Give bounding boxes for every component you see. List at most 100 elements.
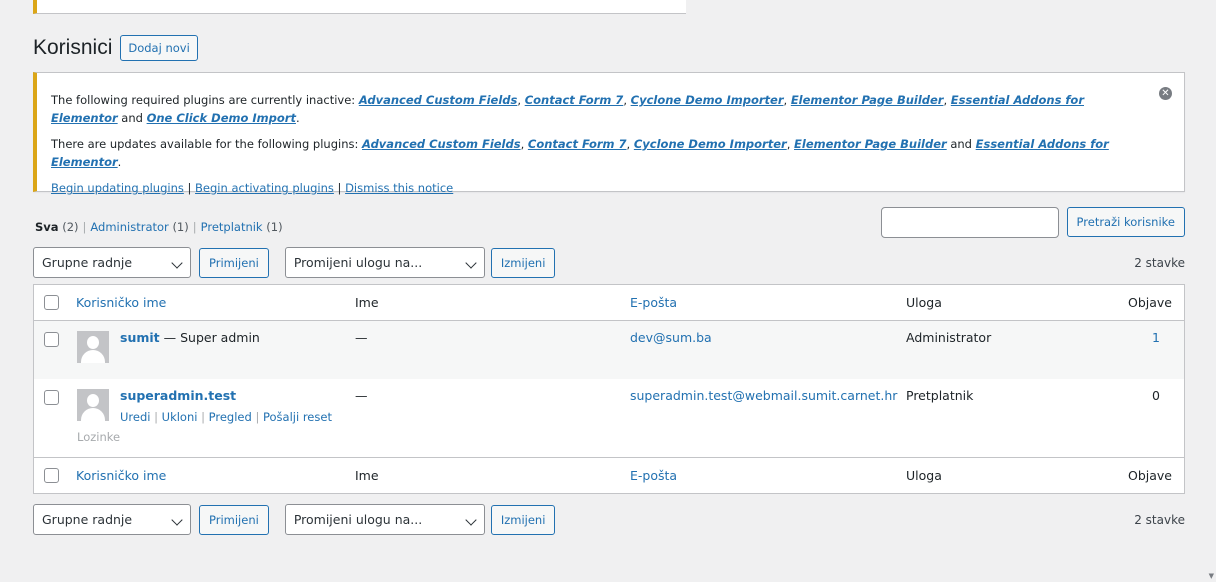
chevron-down-icon (171, 514, 183, 526)
send-reset-link[interactable]: Pošalji reset (263, 410, 332, 424)
filter-subscriber-count: (1) (266, 220, 283, 234)
row-checkbox[interactable] (44, 390, 59, 405)
bulk-actions-select[interactable]: Grupne radnje (33, 247, 191, 278)
avatar (77, 331, 109, 363)
user-role-suffix: — Super admin (163, 330, 260, 345)
plugin-link-elementor[interactable]: Elementor Page Builder (791, 93, 944, 107)
column-posts[interactable]: Objave (1128, 295, 1172, 310)
posts-count: 0 (1152, 388, 1160, 403)
page-heading: Korisnici Dodaj novi (33, 34, 198, 62)
change-role-select[interactable]: Promijeni ulogu na... (284, 247, 485, 278)
update-link-cyclone[interactable]: Cyclone Demo Importer (634, 137, 787, 151)
email-link[interactable]: dev@sum.ba (630, 330, 712, 345)
user-search-box: Pretraži korisnike (880, 207, 1185, 238)
apply-button-bottom[interactable]: Primijeni (199, 504, 269, 535)
change-role-button-bottom[interactable]: Izmijeni (490, 504, 556, 535)
column-email-footer[interactable]: E-pošta (630, 468, 677, 483)
chevron-down-icon (465, 514, 477, 526)
change-role-value-bottom: Promijeni ulogu na... (293, 512, 423, 527)
notice-line-updates: There are updates available for the foll… (51, 137, 1109, 169)
dismiss-notice-link[interactable]: Dismiss this notice (345, 181, 453, 195)
close-circle-icon[interactable]: ✕ (1159, 87, 1172, 100)
filter-administrator[interactable]: Administrator (1) (90, 220, 188, 234)
role-cell: Administrator (906, 330, 992, 345)
change-role-value: Promijeni ulogu na... (293, 255, 423, 270)
column-email[interactable]: E-pošta (630, 295, 677, 310)
name-cell: — (355, 330, 368, 345)
update-link-cf7[interactable]: Contact Form 7 (528, 137, 627, 151)
chevron-down-icon (465, 257, 477, 269)
send-reset-link-wrap[interactable]: Lozinke (77, 428, 120, 446)
change-role-select-bottom[interactable]: Promijeni ulogu na... (284, 504, 485, 535)
row-checkbox[interactable] (44, 332, 59, 347)
plugin-link-one-click[interactable]: One Click Demo Import (147, 111, 296, 125)
filter-subscriber[interactable]: Pretplatnik (1) (201, 220, 283, 234)
notice-updates-prefix: There are updates available for the foll… (51, 137, 359, 151)
column-role-footer: Uloga (906, 468, 942, 483)
change-role-button[interactable]: Izmijeni (490, 247, 556, 278)
tablenav-bottom: Grupne radnje Primijeni Promijeni ulogu … (33, 504, 1185, 535)
username-cell: superadmin.test (120, 388, 236, 403)
column-name-footer: Ime (355, 468, 379, 483)
table-footer: Korisničko ime Ime E-pošta Uloga Objave (34, 457, 1184, 493)
email-link[interactable]: superadmin.test@webmail.sumit.carnet.hr (630, 388, 897, 403)
notice-and: and (121, 111, 143, 125)
column-name: Ime (355, 295, 379, 310)
begin-activating-link[interactable]: Begin activating plugins (195, 181, 334, 195)
table-header: Korisničko ime Ime E-pošta Uloga Objave (34, 285, 1184, 321)
page-title: Korisnici (33, 36, 113, 59)
filter-administrator-label: Administrator (90, 220, 169, 234)
plugin-link-cf7[interactable]: Contact Form 7 (525, 93, 624, 107)
previous-notice-edge (33, 0, 686, 14)
view-link[interactable]: Pregled (209, 410, 252, 424)
column-posts-footer[interactable]: Objave (1128, 468, 1172, 483)
bulk-actions-value-bottom: Grupne radnje (42, 512, 133, 527)
update-link-elementor[interactable]: Elementor Page Builder (794, 137, 947, 151)
role-filter-links: Sva (2) | Administrator (1) | Pretplatnik (1… (35, 220, 283, 234)
filter-all-label: Sva (35, 220, 59, 234)
plugin-link-acf[interactable]: Advanced Custom Fields (359, 93, 518, 107)
scroll-down-icon[interactable]: ▼ (1209, 572, 1214, 580)
column-role: Uloga (906, 295, 942, 310)
username-link[interactable]: sumit (120, 330, 160, 345)
username-link[interactable]: superadmin.test (120, 388, 236, 403)
edit-link[interactable]: Uredi (120, 410, 150, 424)
row-actions: Uredi | Ukloni | Pregled | Pošalji reset (120, 410, 332, 424)
apply-button[interactable]: Primijeni (199, 247, 269, 278)
items-count: 2 stavke (1134, 255, 1185, 270)
begin-updating-link[interactable]: Begin updating plugins (51, 181, 184, 195)
select-all-checkbox[interactable] (44, 295, 59, 310)
plugin-notice: The following required plugins are curre… (33, 72, 1185, 195)
role-cell: Pretplatnik (906, 388, 974, 403)
avatar (77, 389, 109, 421)
notice-inactive-prefix: The following required plugins are curre… (51, 93, 356, 107)
remove-link[interactable]: Ukloni (162, 410, 198, 424)
column-username-footer[interactable]: Korisničko ime (76, 468, 166, 483)
bulk-actions-value: Grupne radnje (42, 255, 133, 270)
notice-actions: Begin updating plugins | Begin activatin… (51, 181, 454, 195)
bulk-actions-select-bottom[interactable]: Grupne radnje (33, 504, 191, 535)
filter-all[interactable]: Sva (2) (35, 220, 79, 234)
search-input[interactable] (880, 207, 1059, 238)
table-row: superadmin.test Uredi | Ukloni | Pregled… (34, 379, 1184, 457)
page-scrollbar[interactable]: ▼ (1206, 0, 1216, 582)
filter-subscriber-label: Pretplatnik (200, 220, 263, 234)
name-cell: — (355, 388, 368, 403)
update-link-acf[interactable]: Advanced Custom Fields (362, 137, 521, 151)
items-count-bottom: 2 stavke (1134, 512, 1185, 527)
notice-line-inactive: The following required plugins are curre… (51, 93, 1084, 125)
search-users-button[interactable]: Pretraži korisnike (1066, 207, 1185, 237)
username-cell: sumit — Super admin (120, 330, 260, 345)
select-all-checkbox-footer[interactable] (44, 468, 59, 483)
posts-link[interactable]: 1 (1152, 330, 1160, 345)
plugin-link-cyclone[interactable]: Cyclone Demo Importer (631, 93, 784, 107)
column-username[interactable]: Korisničko ime (76, 295, 166, 310)
tablenav-top: Grupne radnje Primijeni Promijeni ulogu … (33, 247, 1185, 278)
users-table: Korisničko ime Ime E-pošta Uloga Objave … (33, 284, 1185, 494)
chevron-down-icon (171, 257, 183, 269)
filter-administrator-count: (1) (172, 220, 189, 234)
add-new-button[interactable]: Dodaj novi (120, 35, 198, 61)
notice-and-2: and (950, 137, 972, 151)
table-row: sumit — Super admin — dev@sum.ba Adminis… (34, 321, 1184, 379)
filter-all-count: (2) (62, 220, 79, 234)
